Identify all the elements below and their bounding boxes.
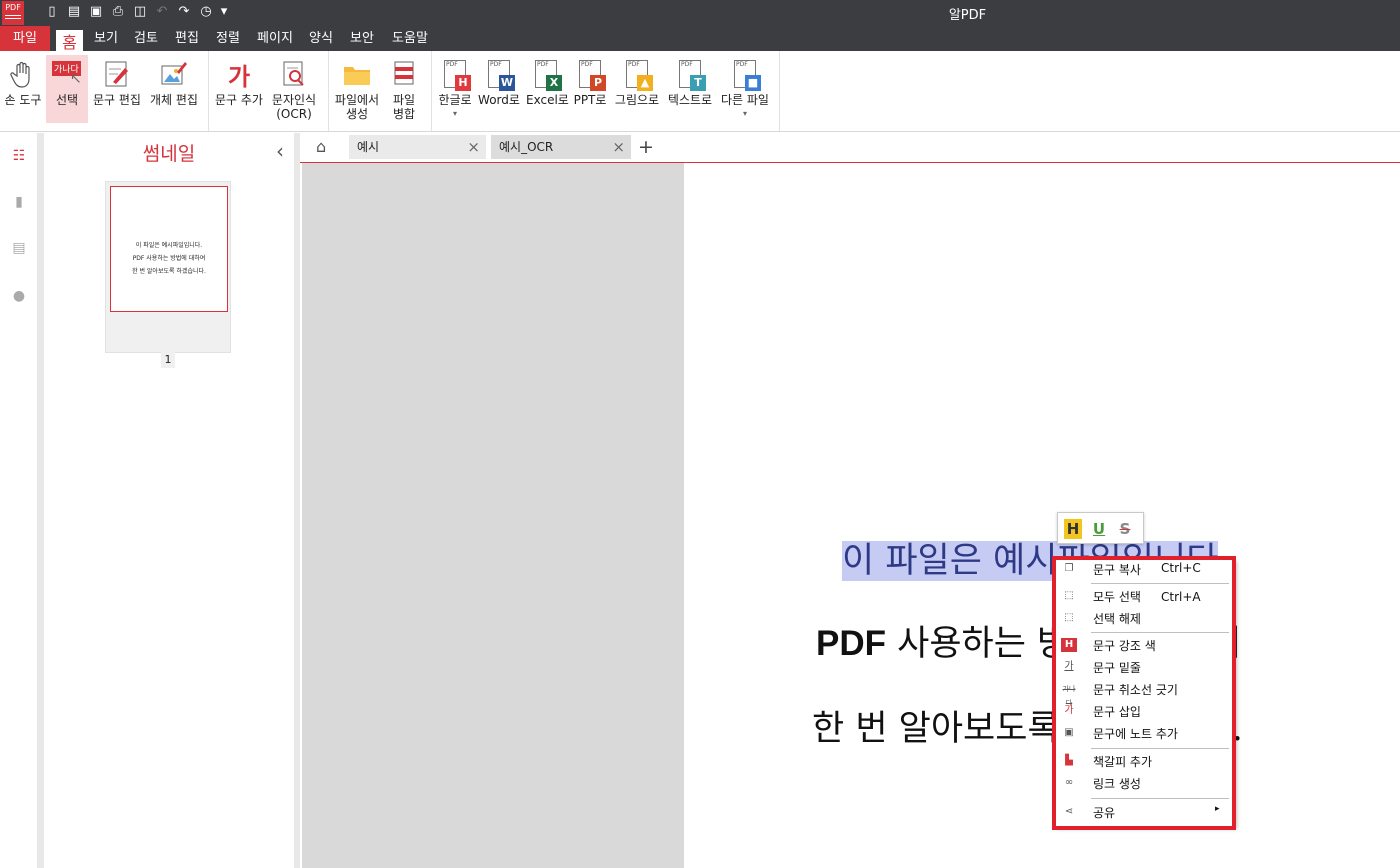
- ribbon-separator: [208, 51, 209, 131]
- file-menu[interactable]: 파일: [0, 26, 50, 51]
- window-title: 알PDF: [948, 8, 987, 23]
- tab-review[interactable]: 검토: [132, 26, 160, 51]
- tab-document[interactable]: 예시 ×: [349, 135, 486, 159]
- highlight-outline: [1052, 556, 1236, 830]
- image-file-icon: PDF ▲: [626, 60, 653, 91]
- highlight-icon[interactable]: H: [1064, 519, 1082, 539]
- ribbon-separator: [431, 51, 432, 131]
- hand-tool-button[interactable]: 손 도구: [2, 55, 44, 125]
- ppt-file-icon: PDF P: [579, 60, 606, 91]
- convert-to-image-button[interactable]: PDF ▲ 그림으로: [613, 55, 661, 125]
- thumbnail-page: 이 파일은 예시파일입니다. PDF 사용하는 방법에 대하여 한 번 알아보도…: [110, 186, 228, 312]
- tab-security[interactable]: 보안: [348, 26, 376, 51]
- add-text-icon: 가: [227, 62, 251, 91]
- convert-to-other-button[interactable]: PDF ■ 다른 파일 ▾: [719, 55, 771, 125]
- thumbnail-panel: 썸네일 ‹ 이 파일은 예시파일입니다. PDF 사용하는 방법에 대하여 한 …: [38, 133, 300, 868]
- close-icon[interactable]: ×: [467, 135, 480, 159]
- tab-help[interactable]: 도움말: [389, 26, 431, 51]
- title-bar: PDF ▯ ▤ ▣ ⎙ ◫ ↶ ↷ ◷ ▾ 알PDF: [0, 0, 1400, 26]
- tab-page[interactable]: 페이지: [254, 26, 296, 51]
- merge-files-button[interactable]: 파일 병합: [386, 55, 422, 125]
- close-icon[interactable]: ×: [612, 135, 625, 159]
- ocr-button[interactable]: 문자인식 (OCR): [270, 55, 318, 125]
- edit-text-button[interactable]: 문구 편집: [92, 55, 142, 125]
- strikethrough-icon[interactable]: S: [1116, 519, 1134, 539]
- page-thumbnail[interactable]: 이 파일은 예시파일입니다. PDF 사용하는 방법에 대하여 한 번 알아보도…: [105, 181, 231, 353]
- collapse-panel-icon[interactable]: ‹: [276, 139, 284, 163]
- search-icon[interactable]: ●: [10, 287, 28, 305]
- edit-object-button[interactable]: 개체 편집: [148, 55, 200, 125]
- add-tab-icon[interactable]: +: [638, 136, 654, 158]
- edit-text-icon: [92, 57, 142, 91]
- hand-icon: [2, 57, 44, 91]
- convert-to-word-button[interactable]: PDF W Word로: [478, 55, 520, 125]
- ribbon: 손 도구 가나다 ↖ 선택 문구 편집 개체 편집 가 문구 추가 문자인식 (…: [0, 51, 1400, 132]
- side-rail: ☷ ▮ ▤ ●: [0, 133, 38, 868]
- pdf-page: [684, 163, 1400, 868]
- add-text-button[interactable]: 가 문구 추가: [214, 55, 264, 125]
- tab-form[interactable]: 양식: [307, 26, 335, 51]
- ocr-icon: [270, 57, 318, 91]
- merge-icon: [386, 57, 422, 91]
- home-icon[interactable]: ⌂: [316, 137, 326, 156]
- page-number: 1: [161, 352, 175, 368]
- convert-to-excel-button[interactable]: PDF X Excel로: [526, 55, 569, 125]
- select-button[interactable]: 가나다 ↖ 선택: [46, 55, 88, 123]
- edit-object-icon: [148, 57, 200, 91]
- text-file-icon: PDF T: [679, 60, 706, 91]
- bookmark-icon[interactable]: ▮: [10, 193, 28, 211]
- tab-arrange[interactable]: 정렬: [214, 26, 242, 51]
- select-text-icon: 가나다 ↖: [46, 57, 88, 91]
- create-from-file-button[interactable]: 파일에서 생성: [333, 55, 381, 125]
- tab-document-active[interactable]: 예시_OCR ×: [491, 135, 631, 159]
- ribbon-separator: [779, 51, 780, 131]
- text-format-toolbar: H U S: [1057, 512, 1144, 544]
- chevron-down-icon: ▾: [742, 109, 747, 118]
- folder-icon: [333, 57, 381, 91]
- ribbon-separator: [328, 51, 329, 131]
- other-file-icon: PDF ■: [734, 60, 761, 91]
- comment-icon[interactable]: ▤: [10, 239, 28, 257]
- panel-title: 썸네일: [142, 143, 196, 165]
- underline-icon[interactable]: U: [1090, 519, 1108, 539]
- tab-edit[interactable]: 편집: [173, 26, 201, 51]
- convert-to-text-button[interactable]: PDF T 텍스트로: [667, 55, 713, 125]
- thumbnail-icon[interactable]: ☷: [10, 147, 28, 165]
- word-file-icon: PDF W: [488, 60, 515, 91]
- convert-to-ppt-button[interactable]: PDF P PPT로: [572, 55, 608, 125]
- tab-view[interactable]: 보기: [92, 26, 120, 51]
- hwp-file-icon: PDF H: [444, 60, 471, 91]
- excel-file-icon: PDF X: [535, 60, 562, 91]
- chevron-down-icon: ▾: [452, 109, 457, 118]
- convert-to-hwp-button[interactable]: PDF H 한글로 ▾: [436, 55, 474, 125]
- menu-bar: 파일 홈 보기 검토 편집 정렬 페이지 양식 보안 도움말: [0, 26, 1400, 55]
- document-tabs: ⌂ 예시 × 예시_OCR × +: [300, 133, 1400, 163]
